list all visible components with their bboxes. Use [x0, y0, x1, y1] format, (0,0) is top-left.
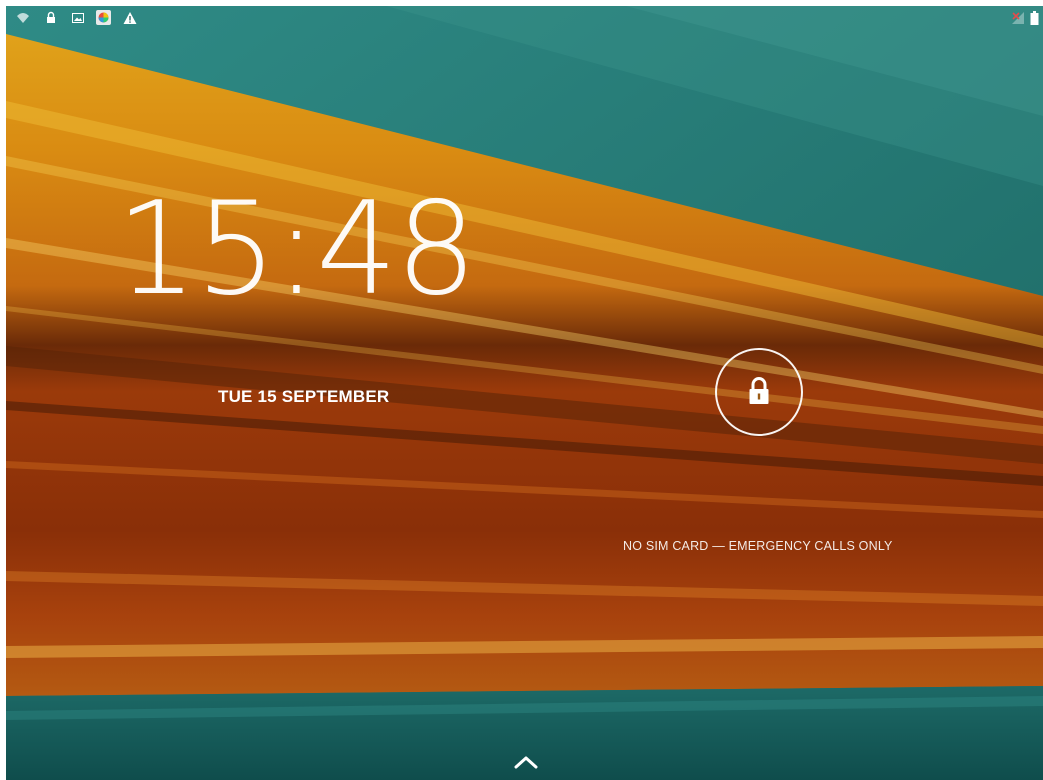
clock: 15:48 — [116, 186, 477, 314]
padlock-icon — [749, 377, 769, 404]
no-signal-icon — [1012, 12, 1024, 24]
app-icon — [96, 10, 111, 25]
status-bar — [6, 6, 1043, 30]
unlock-handle[interactable] — [715, 348, 803, 436]
lock-icon — [47, 11, 55, 23]
picture-icon — [72, 13, 84, 23]
wifi-icon — [17, 13, 29, 23]
wallpaper — [6, 6, 1043, 780]
date-label: TUE 15 SEPTEMBER — [218, 387, 390, 406]
chevron-up-icon[interactable] — [512, 754, 540, 770]
carrier-status: NO SIM CARD — EMERGENCY CALLS ONLY — [623, 539, 893, 553]
warning-icon — [123, 12, 137, 24]
lock-screen: 15:48 TUE 15 SEPTEMBER NO SIM CARD — EME… — [6, 6, 1043, 780]
clock-time: 15:48 — [116, 175, 477, 324]
battery-icon — [1030, 11, 1039, 25]
